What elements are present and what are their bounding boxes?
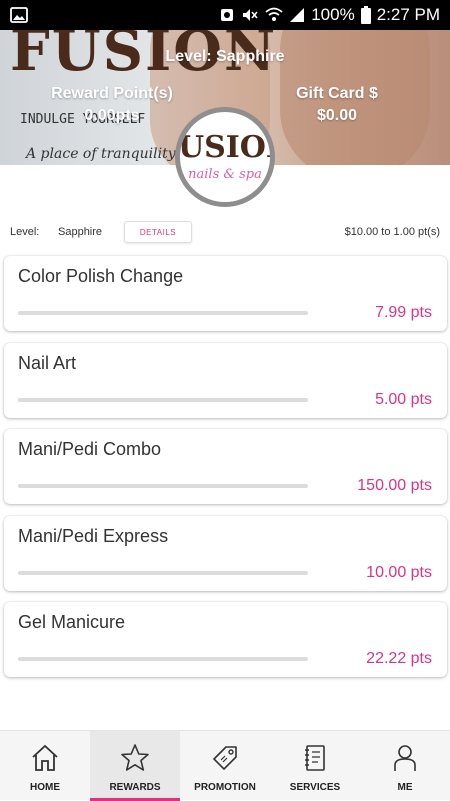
reward-name: Nail Art: [18, 352, 77, 373]
reward-points: 7.99 pts: [375, 304, 432, 321]
star-icon: [120, 743, 150, 776]
reward-progress-bar: [18, 311, 308, 315]
reward-card[interactable]: Mani/Pedi Express 10.00 pts: [4, 515, 447, 591]
bottom-tab-bar: HOME REWARDS PROMOTION SERVICES ME: [0, 730, 450, 801]
tab-label: PROMOTION: [194, 782, 256, 793]
battery-icon: [360, 6, 371, 24]
salon-logo: FUSION nails & spa: [175, 107, 275, 207]
reward-points: 10.00 pts: [366, 563, 432, 581]
reward-progress-bar: [18, 570, 308, 575]
logo-line1: FUSION: [177, 129, 270, 165]
level-label: Level:: [10, 226, 40, 238]
reward-points-summary: Reward Point(s) 0.00pts: [32, 85, 192, 125]
reward-progress-bar: [18, 397, 308, 402]
tab-label: HOME: [30, 782, 60, 793]
battery-percent: 100%: [311, 5, 355, 24]
tab-home[interactable]: HOME: [0, 731, 90, 801]
level-row: Level: Sapphire DETAILS $10.00 to 1.00 p…: [0, 218, 450, 246]
reward-points: 150.00 pts: [357, 477, 432, 495]
level-value: Sapphire: [58, 226, 103, 238]
wifi-icon: [265, 7, 283, 23]
clock: 2:27 PM: [376, 5, 440, 24]
home-icon: [30, 743, 60, 776]
reward-points: 5.00 pts: [375, 390, 432, 408]
reward-card[interactable]: Color Polish Change 7.99 pts: [4, 256, 447, 331]
signal-icon: [289, 7, 305, 23]
reward-points: 22.22 pts: [366, 650, 432, 668]
tag-icon: [210, 743, 240, 776]
rewards-list: Color Polish Change 7.99 pts Nail Art 5.…: [4, 256, 447, 689]
reward-name: Gel Manicure: [18, 612, 126, 633]
reward-progress-bar: [18, 484, 308, 489]
reward-points-value: 0.00pts: [84, 107, 140, 124]
reward-name: Mani/Pedi Express: [18, 525, 169, 546]
reward-card[interactable]: Nail Art 5.00 pts: [4, 342, 447, 418]
notebook-icon: [300, 743, 330, 776]
reward-name: Mani/Pedi Combo: [18, 439, 162, 460]
details-button[interactable]: DETAILS: [124, 221, 192, 243]
notification-icon: [219, 7, 235, 23]
status-bar: 100% 2:27 PM: [0, 0, 450, 30]
tab-rewards[interactable]: REWARDS: [90, 731, 180, 801]
hero-level: Level: Sapphire: [165, 48, 285, 65]
reward-points-label: Reward Point(s): [51, 85, 173, 102]
hero-subtagline: A place of tranquility: [26, 146, 176, 162]
gift-card-value: $0.00: [316, 107, 358, 124]
reward-name: Color Polish Change: [18, 266, 184, 286]
reward-card[interactable]: Gel Manicure 22.22 pts: [4, 602, 447, 678]
tab-label: SERVICES: [289, 782, 341, 793]
reward-card[interactable]: Mani/Pedi Combo 150.00 pts: [4, 429, 447, 505]
gallery-icon: [10, 7, 28, 23]
gift-card-summary: Gift Card $ $0.00: [262, 85, 412, 125]
points-rate: $10.00 to 1.00 pt(s): [344, 226, 440, 238]
tab-services[interactable]: SERVICES: [270, 731, 360, 801]
reward-progress-bar: [18, 657, 308, 662]
tab-label: REWARDS: [109, 782, 161, 793]
tab-promotion[interactable]: PROMOTION: [180, 731, 270, 801]
person-icon: [390, 743, 420, 776]
logo-line2: nails & spa: [188, 166, 262, 182]
tab-me[interactable]: ME: [360, 731, 450, 801]
tab-label: ME: [397, 782, 413, 793]
gift-card-label: Gift Card $: [296, 85, 378, 102]
mute-icon: [241, 7, 259, 23]
